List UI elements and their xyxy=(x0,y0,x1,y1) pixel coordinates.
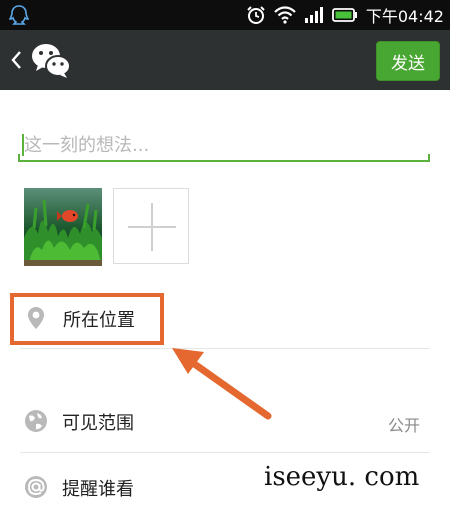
battery-icon xyxy=(331,8,357,22)
divider xyxy=(20,452,430,453)
remind-label: 提醒谁看 xyxy=(62,479,134,500)
chevron-left-icon xyxy=(11,51,21,69)
highlight-annotation xyxy=(10,293,164,345)
input-underline xyxy=(18,154,430,162)
back-button[interactable] xyxy=(6,42,26,78)
wechat-logo-icon xyxy=(32,44,71,78)
send-button[interactable]: 发送 xyxy=(376,41,440,81)
title-bar: 发送 xyxy=(0,30,450,90)
qq-icon xyxy=(8,5,30,25)
signal-icon xyxy=(304,7,323,23)
wifi-icon xyxy=(274,6,296,24)
aquarium-photo[interactable] xyxy=(24,188,102,266)
plus-icon xyxy=(151,203,153,251)
watermark-text: iseeyu. com xyxy=(264,462,420,492)
alarm-icon xyxy=(247,6,265,24)
add-photo-button[interactable] xyxy=(113,188,189,264)
at-icon xyxy=(25,476,47,498)
globe-icon xyxy=(25,410,47,432)
visibility-row[interactable]: 可见范围 公开 xyxy=(0,396,450,448)
visibility-value: 公开 xyxy=(387,416,420,435)
visibility-label: 可见范围 xyxy=(62,413,134,434)
clock: 下午04:42 xyxy=(365,7,444,26)
aquarium-image xyxy=(24,188,102,266)
status-bar: 下午04:42 xyxy=(0,0,450,30)
